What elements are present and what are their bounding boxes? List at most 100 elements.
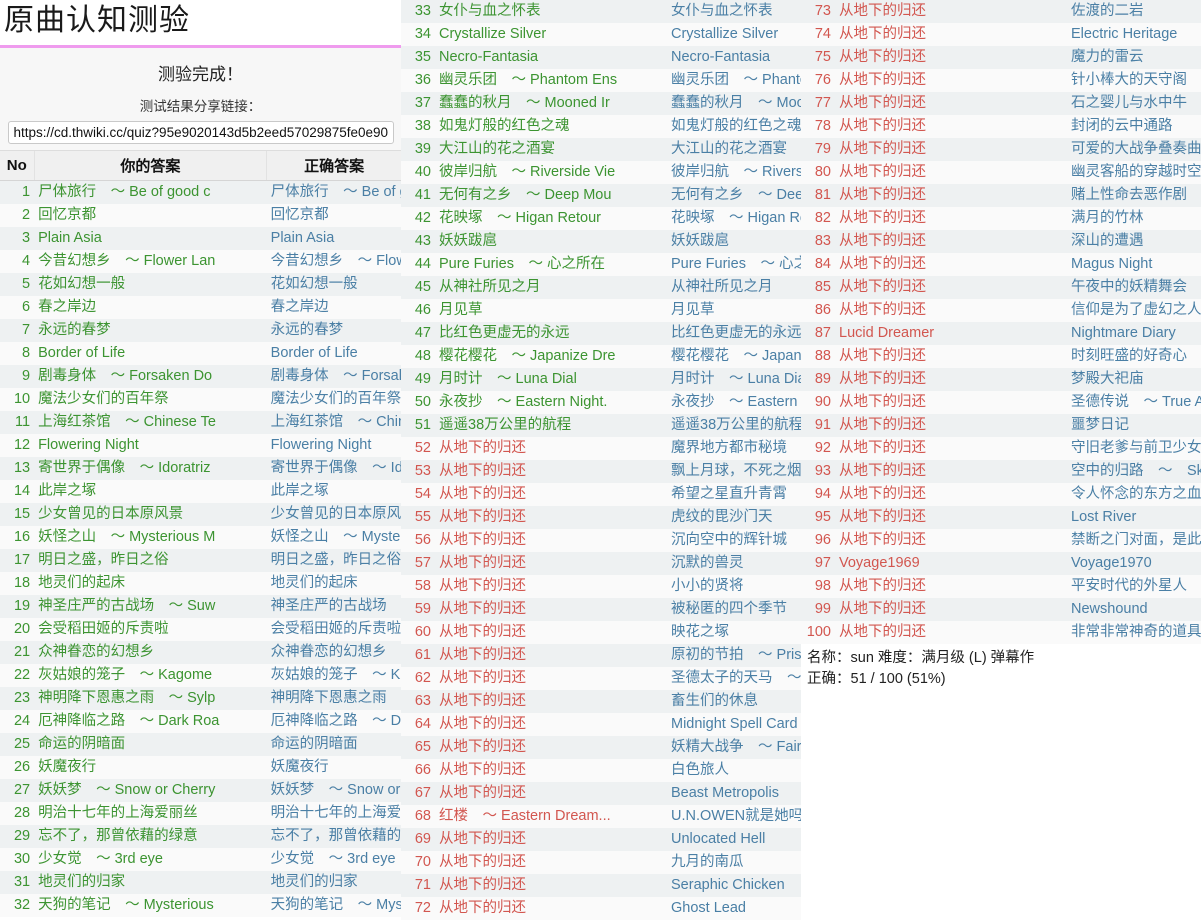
user-answer-cell: 从地下的归还	[835, 253, 1067, 276]
correct-answer-cell: 比红色更虚无的永远	[667, 322, 801, 345]
answers-table-3: 73 从地下的归还 佐渡的二岩 74 从地下的归还 Electric Heritage 75…	[801, 0, 1201, 644]
summary-name-difficulty: 名称：sun 难度：满月级 (L) 弹幕作	[807, 650, 1035, 666]
user-answer-cell: 上海红茶馆 ～ Chinese Te	[34, 410, 267, 434]
user-answer-cell: 从地下的归还	[435, 874, 667, 897]
row-number: 56	[401, 529, 435, 552]
user-answer-cell: 从地下的归还	[435, 736, 667, 759]
row-number: 31	[0, 870, 35, 894]
user-answer-cell: 从地下的归还	[435, 667, 667, 690]
user-answer-cell: 花映塚 ～ Higan Retour	[435, 207, 667, 230]
correct-answer-cell: U.N.OWEN就是她吗？	[667, 805, 801, 828]
quiz-status-panel: 测验完成！ 测试结果分享链接：	[0, 47, 401, 151]
row-number: 45	[401, 276, 435, 299]
correct-answer-cell: 永远的春梦	[266, 318, 401, 342]
correct-answer-cell: 今昔幻想乡 ～ Flower Lan	[266, 249, 401, 273]
row-number: 99	[801, 598, 835, 621]
user-answer-cell: 从地下的归还	[835, 391, 1067, 414]
answers-body-2: 33 女仆与血之怀表 女仆与血之怀表 34 Crystallize Silver Crys…	[401, 0, 801, 920]
table-row: 100从地下的归还非常非常神奇的道具们	[801, 621, 1201, 644]
table-row: 79 从地下的归还 可爱的大战争叠奏曲	[801, 138, 1201, 161]
table-row: 2 回忆京都 回忆京都	[0, 203, 401, 227]
row-number: 72	[401, 897, 435, 920]
row-number: 85	[801, 276, 835, 299]
table-row: 17 明日之盛，昨日之俗 明日之盛，昨日之俗	[0, 548, 401, 572]
table-row: 72 从地下的归还 Ghost Lead	[401, 897, 801, 920]
correct-answer-cell: 梦殿大祀庙	[1067, 368, 1201, 391]
correct-answer-cell: 九月的南瓜	[667, 851, 801, 874]
table-header-row: No 你的答案 正确答案	[0, 150, 401, 181]
row-number: 76	[801, 69, 835, 92]
row-number: 69	[401, 828, 435, 851]
user-answer-cell: 女仆与血之怀表	[435, 0, 667, 23]
correct-answer-cell: 众神眷恋的幻想乡	[266, 640, 401, 664]
table-row: 27妖妖梦 ～ Snow or Cherry妖妖梦 ～ Snow or Cher…	[0, 778, 401, 802]
correct-answer-cell: 畜生们的休息	[667, 690, 801, 713]
correct-answer-cell: 尸体旅行 ～ Be of good c	[266, 180, 401, 204]
row-number: 17	[0, 548, 35, 572]
table-row: 95 从地下的归还 Lost River	[801, 506, 1201, 529]
table-row: 12 Flowering Night Flowering Night	[0, 433, 401, 457]
results-column-1: 原曲认知测验 测验完成！ 测试结果分享链接： No 你的答案 正确答案 1 尸体旅…	[0, 0, 401, 917]
table-row: 22灰姑娘的笼子 ～ Kagome灰姑娘的笼子 ～ Kagome	[0, 663, 401, 687]
correct-answer-cell: 无何有之乡 ～ Deep Mou	[667, 184, 801, 207]
correct-answer-cell: 沉向空中的辉针城	[667, 529, 801, 552]
correct-answer-cell: 映花之塚	[667, 621, 801, 644]
user-answer-cell: 从地下的归还	[435, 644, 667, 667]
table-row: 78 从地下的归还 封闭的云中通路	[801, 115, 1201, 138]
share-link-label: 测试结果分享链接：	[139, 98, 262, 114]
user-answer-cell: 从地下的归还	[835, 230, 1067, 253]
row-number: 15	[0, 502, 35, 526]
correct-answer-cell: 空中的归路 ～ Sky Drea	[1067, 460, 1201, 483]
table-row: 88 从地下的归还 时刻旺盛的好奇心	[801, 345, 1201, 368]
user-answer-cell: 蠢蠢的秋月 ～ Mooned Ir	[435, 92, 667, 115]
row-number: 51	[401, 414, 435, 437]
correct-answer-cell: 少女觉 ～ 3rd eye	[266, 847, 401, 871]
table-row: 97 Voyage1969 Voyage1970	[801, 552, 1201, 575]
user-answer-cell: 回忆京都	[34, 203, 267, 227]
table-row: 45 从神社所见之月 从神社所见之月	[401, 276, 801, 299]
table-row: 77 从地下的归还 石之婴儿与水中牛	[801, 92, 1201, 115]
row-number: 19	[0, 594, 35, 618]
correct-answer-cell: 遥遥38万公里的航程	[667, 414, 801, 437]
table-row: 51 遥遥38万公里的航程 遥遥38万公里的航程	[401, 414, 801, 437]
table-row: 54 从地下的归还 希望之星直升青霄	[401, 483, 801, 506]
table-row: 98 从地下的归还 平安时代的外星人	[801, 575, 1201, 598]
user-answer-cell: 从地下的归还	[835, 345, 1067, 368]
row-number: 87	[801, 322, 835, 345]
row-number: 70	[401, 851, 435, 874]
user-answer-cell: 红楼 ～ Eastern Dream...	[435, 805, 667, 828]
correct-answer-cell: 时刻旺盛的好奇心	[1067, 345, 1201, 368]
user-answer-cell: 从地下的归还	[835, 368, 1067, 391]
row-number: 26	[0, 755, 35, 779]
row-number: 1	[0, 180, 35, 204]
table-row: 42花映塚 ～ Higan Retour花映塚 ～ Higan Retour	[401, 207, 801, 230]
user-answer-cell: 从地下的归还	[435, 460, 667, 483]
row-number: 75	[801, 46, 835, 69]
row-number: 95	[801, 506, 835, 529]
row-number: 47	[401, 322, 435, 345]
correct-answer-cell: Midnight Spell Card	[667, 713, 801, 736]
row-number: 21	[0, 640, 35, 664]
table-row: 70 从地下的归还 九月的南瓜	[401, 851, 801, 874]
table-row: 32天狗的笔记 ～ Mysterious天狗的笔记 ～ Mysterious	[0, 893, 401, 917]
table-row: 92 从地下的归还 守旧老爹与前卫少女	[801, 437, 1201, 460]
user-answer-cell: 从地下的归还	[835, 92, 1067, 115]
user-answer-cell: 此岸之塚	[34, 479, 267, 503]
answers-body-1: 1尸体旅行 ～ Be of good c尸体旅行 ～ Be of good c2…	[0, 180, 401, 917]
user-answer-cell: 从地下的归还	[435, 897, 667, 920]
row-number: 96	[801, 529, 835, 552]
row-number: 5	[0, 272, 35, 296]
correct-answer-cell: 满月的竹林	[1067, 207, 1201, 230]
table-row: 25 命运的阴暗面 命运的阴暗面	[0, 732, 401, 756]
user-answer-cell: 忘不了，那曾依藉的绿意	[34, 824, 267, 848]
row-number: 43	[401, 230, 435, 253]
correct-answer-cell: 幽灵客船的穿越时空之旅	[1067, 161, 1201, 184]
correct-answer-cell: 午夜中的妖精舞会	[1067, 276, 1201, 299]
correct-answer-cell: 原初的节拍 ～ Pristine Be	[667, 644, 801, 667]
table-row: 33 女仆与血之怀表 女仆与血之怀表	[401, 0, 801, 23]
user-answer-cell: 从地下的归还	[435, 552, 667, 575]
correct-answer-cell: 天狗的笔记 ～ Mysterious	[266, 893, 401, 917]
table-row: 66 从地下的归还 白色旅人	[401, 759, 801, 782]
share-link-input[interactable]	[7, 120, 394, 144]
quiz-header: 原曲认知测验 测验完成！ 测试结果分享链接：	[0, 0, 401, 151]
